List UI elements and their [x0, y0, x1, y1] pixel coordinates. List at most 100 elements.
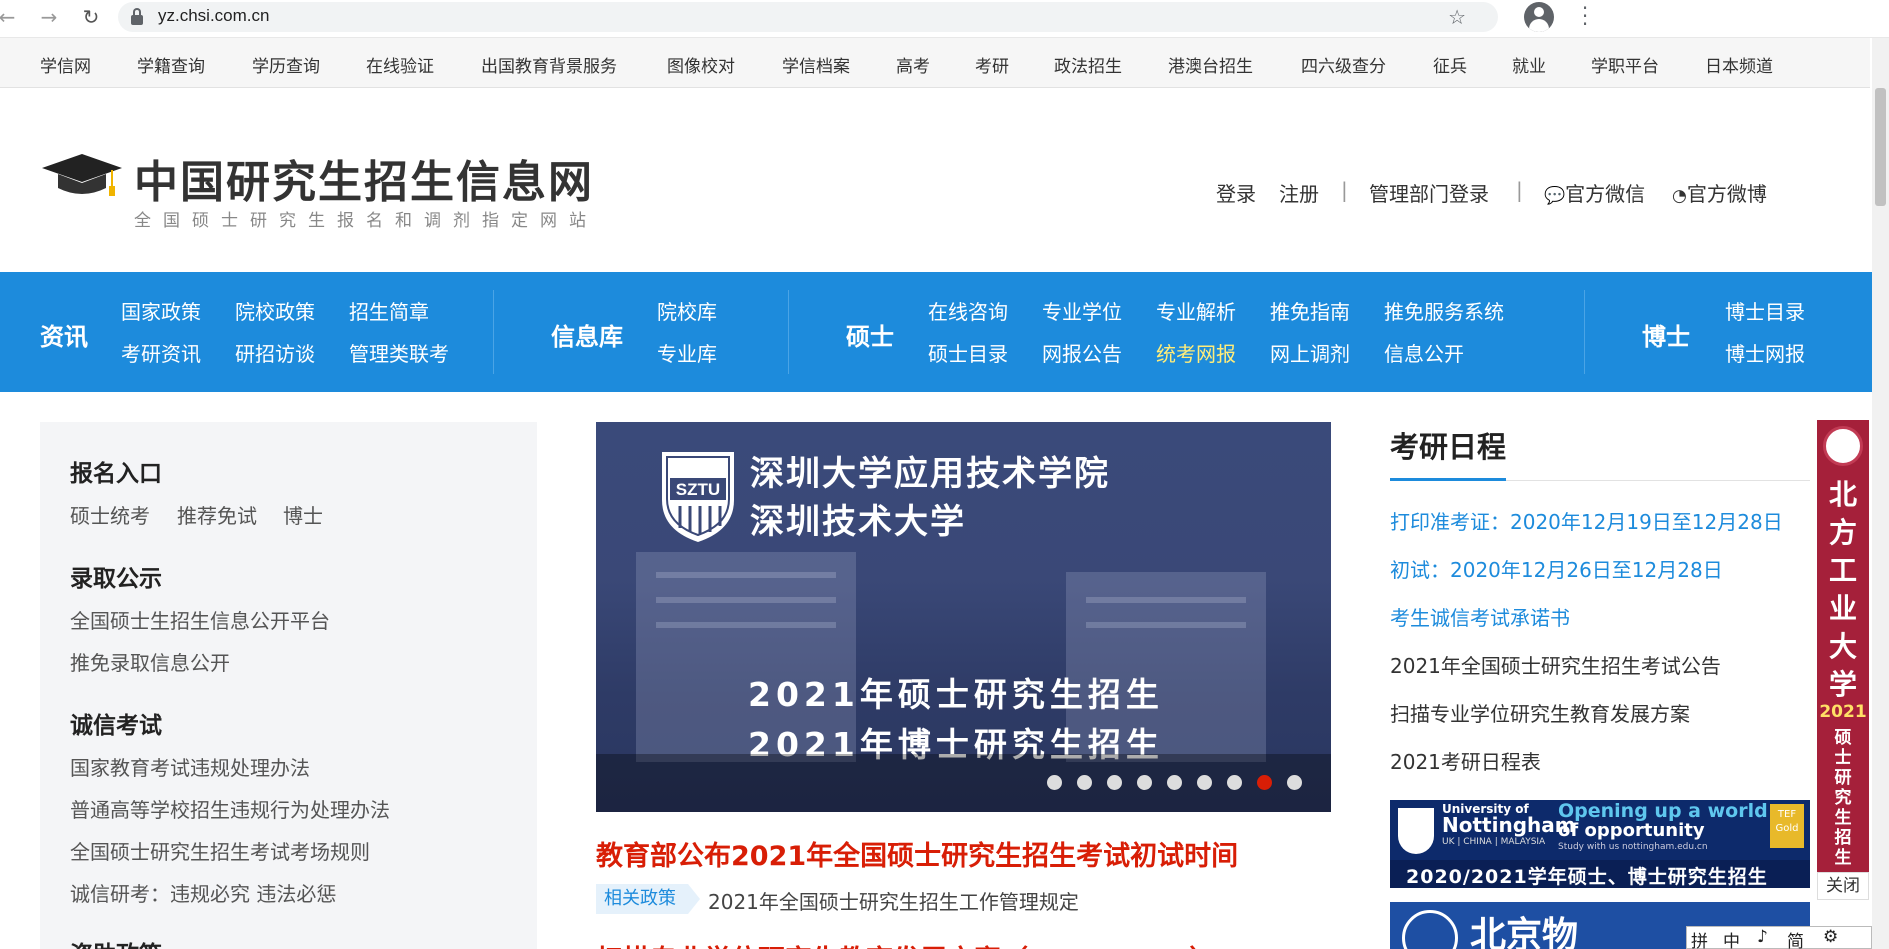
top-nav-item[interactable]: 图像校对 [667, 52, 735, 77]
nav-link[interactable]: 在线咨询 [928, 296, 1008, 325]
quick-link[interactable]: 普通高等学校招生违规行为处理办法 [70, 794, 390, 823]
carousel-dot[interactable] [1287, 775, 1302, 790]
nav-link-highlighted[interactable]: 统考网报 [1156, 338, 1236, 367]
top-nav-item[interactable]: 学历查询 [252, 52, 320, 77]
ime-toolbar[interactable]: 拼 中 ♪ 简 ⚙ [1686, 926, 1872, 949]
top-nav-item[interactable]: 港澳台招生 [1168, 52, 1253, 77]
top-nav-item[interactable]: 出国教育背景服务 [481, 52, 617, 77]
top-nav-item[interactable]: 日本频道 [1705, 52, 1773, 77]
nav-link[interactable]: 专业解析 [1156, 296, 1236, 325]
nav-link[interactable]: 推免服务系统 [1384, 296, 1504, 325]
related-policy-link[interactable]: 2021年全国硕士研究生招生工作管理规定 [708, 886, 1079, 915]
top-nav-item[interactable]: 学籍查询 [137, 52, 205, 77]
top-nav-item[interactable]: 学信网 [40, 52, 91, 77]
quick-link[interactable]: 全国硕士研究生招生考试考场规则 [70, 836, 370, 865]
ime-item[interactable]: 简 [1787, 927, 1804, 949]
nav-link[interactable]: 院校库 [657, 296, 717, 325]
nav-link[interactable]: 博士目录 [1725, 296, 1805, 325]
schedule-item[interactable]: 2021考研日程表 [1390, 746, 1541, 775]
login-link[interactable]: 登录 [1216, 178, 1256, 207]
nav-link[interactable]: 国家政策 [121, 296, 201, 325]
quick-link[interactable]: 全国硕士生招生信息公开平台 [70, 605, 330, 634]
quick-link[interactable]: 国家教育考试违规处理办法 [70, 752, 310, 781]
top-nav-item[interactable]: 征兵 [1433, 52, 1467, 77]
news-carousel[interactable]: SZTU 深圳大学应用技术学院 深圳技术大学 2021年硕士研究生招生 2021… [596, 422, 1331, 812]
nav-link[interactable]: 推免指南 [1270, 296, 1350, 325]
site-logo-title[interactable]: 中国研究生招生信息网 [134, 146, 594, 210]
nav-category-news[interactable]: 资讯 [40, 317, 88, 352]
carousel-dot[interactable] [1137, 775, 1152, 790]
nottingham-ad-banner[interactable]: University of Nottingham UK | CHINA | MA… [1390, 800, 1810, 888]
top-nav-item[interactable]: 学信档案 [782, 52, 850, 77]
scrollbar-thumb[interactable] [1875, 88, 1886, 206]
nav-category-phd[interactable]: 博士 [1642, 317, 1690, 352]
carousel-dot[interactable] [1107, 775, 1122, 790]
profile-avatar-icon[interactable] [1524, 2, 1554, 32]
top-nav-item[interactable]: 在线验证 [366, 52, 434, 77]
nav-link[interactable]: 专业库 [657, 338, 717, 367]
reload-icon[interactable]: ↻ [78, 4, 104, 30]
carousel-dot[interactable] [1197, 775, 1212, 790]
news-headline[interactable]: 教育部公布2021年全国硕士研究生招生考试初试时间 [596, 834, 1238, 873]
browser-menu-icon[interactable]: · · · [1580, 0, 1590, 34]
vertical-ad-banner[interactable]: 北方工业大学 2021 硕士研究生招生 [1817, 420, 1869, 872]
schedule-item[interactable]: 打印准考证：2020年12月19日至12月28日 [1390, 506, 1783, 535]
related-policy-tag[interactable]: 相关政策 [596, 884, 700, 914]
nav-category-master[interactable]: 硕士 [846, 317, 894, 352]
schedule-item[interactable]: 2021年全国硕士研究生招生考试公告 [1390, 650, 1721, 679]
top-nav-item[interactable]: 学职平台 [1591, 52, 1659, 77]
nav-category-info[interactable]: 信息库 [551, 317, 623, 352]
quick-link[interactable]: 推免录取信息公开 [70, 647, 230, 676]
carousel-school-name-2: 深圳技术大学 [750, 502, 966, 542]
news-headline-2[interactable]: 扫描专业学位研究生教育发展方案（2020-2025） [596, 938, 1217, 949]
header-separator: | [1341, 178, 1348, 202]
carousel-dot[interactable] [1077, 775, 1092, 790]
forward-arrow-icon[interactable]: → [36, 4, 62, 30]
register-link[interactable]: 注册 [1279, 178, 1319, 207]
bookmark-star-icon[interactable]: ☆ [1448, 5, 1466, 29]
top-nav-item[interactable]: 四六级查分 [1301, 52, 1386, 77]
nav-link[interactable]: 院校政策 [235, 296, 315, 325]
top-nav-item[interactable]: 政法招生 [1054, 52, 1122, 77]
schedule-item[interactable]: 初试：2020年12月26日至12月28日 [1390, 554, 1723, 583]
lock-icon [130, 8, 144, 26]
wechat-link[interactable]: 💬官方微信 [1544, 178, 1645, 207]
ime-item[interactable]: ♪ [1757, 927, 1768, 947]
nav-link[interactable]: 管理类联考 [349, 338, 449, 367]
weibo-link[interactable]: ◔官方微博 [1672, 178, 1767, 207]
quick-link[interactable]: 诚信研考：违规必究 违法必惩 [70, 878, 336, 907]
top-nav-item[interactable]: 高考 [896, 52, 930, 77]
back-arrow-icon[interactable]: ← [0, 4, 20, 30]
quick-link[interactable]: 硕士统考 [70, 500, 150, 529]
nav-link[interactable]: 专业学位 [1042, 296, 1122, 325]
schedule-item[interactable]: 扫描专业学位研究生教育发展方案 [1390, 698, 1690, 727]
page-scrollbar[interactable] [1872, 38, 1889, 949]
carousel-dot[interactable] [1227, 775, 1242, 790]
nav-link[interactable]: 研招访谈 [235, 338, 315, 367]
nav-link[interactable]: 博士网报 [1725, 338, 1805, 367]
top-nav-item[interactable]: 考研 [975, 52, 1009, 77]
address-bar[interactable]: yz.chsi.com.cn ☆ [118, 2, 1498, 32]
ime-item[interactable]: 中 [1723, 927, 1740, 949]
nav-link[interactable]: 考研资讯 [121, 338, 201, 367]
nav-link[interactable]: 网上调剂 [1270, 338, 1350, 367]
graduation-cap-icon[interactable] [40, 152, 124, 200]
url-text[interactable]: yz.chsi.com.cn [158, 6, 269, 26]
quick-link[interactable]: 博士 [283, 500, 323, 529]
nav-link[interactable]: 硕士目录 [928, 338, 1008, 367]
nav-link[interactable]: 网报公告 [1042, 338, 1122, 367]
carousel-dot[interactable] [1167, 775, 1182, 790]
close-ad-button[interactable]: 关闭 [1817, 872, 1869, 900]
admin-login-link[interactable]: 管理部门登录 [1369, 178, 1489, 207]
carousel-dot[interactable] [1257, 775, 1272, 790]
quick-link[interactable]: 推荐免试 [177, 500, 257, 529]
ime-item[interactable]: ⚙ [1823, 927, 1838, 947]
nav-link[interactable]: 招生简章 [349, 296, 429, 325]
nav-link[interactable]: 信息公开 [1384, 338, 1464, 367]
carousel-dot[interactable] [1047, 775, 1062, 790]
schedule-item[interactable]: 考生诚信考试承诺书 [1390, 602, 1570, 631]
ad-year: 2021 [1819, 702, 1867, 722]
top-nav-item[interactable]: 就业 [1512, 52, 1546, 77]
carousel-school-name: 深圳大学应用技术学院 [750, 454, 1110, 494]
ime-item[interactable]: 拼 [1691, 927, 1708, 949]
